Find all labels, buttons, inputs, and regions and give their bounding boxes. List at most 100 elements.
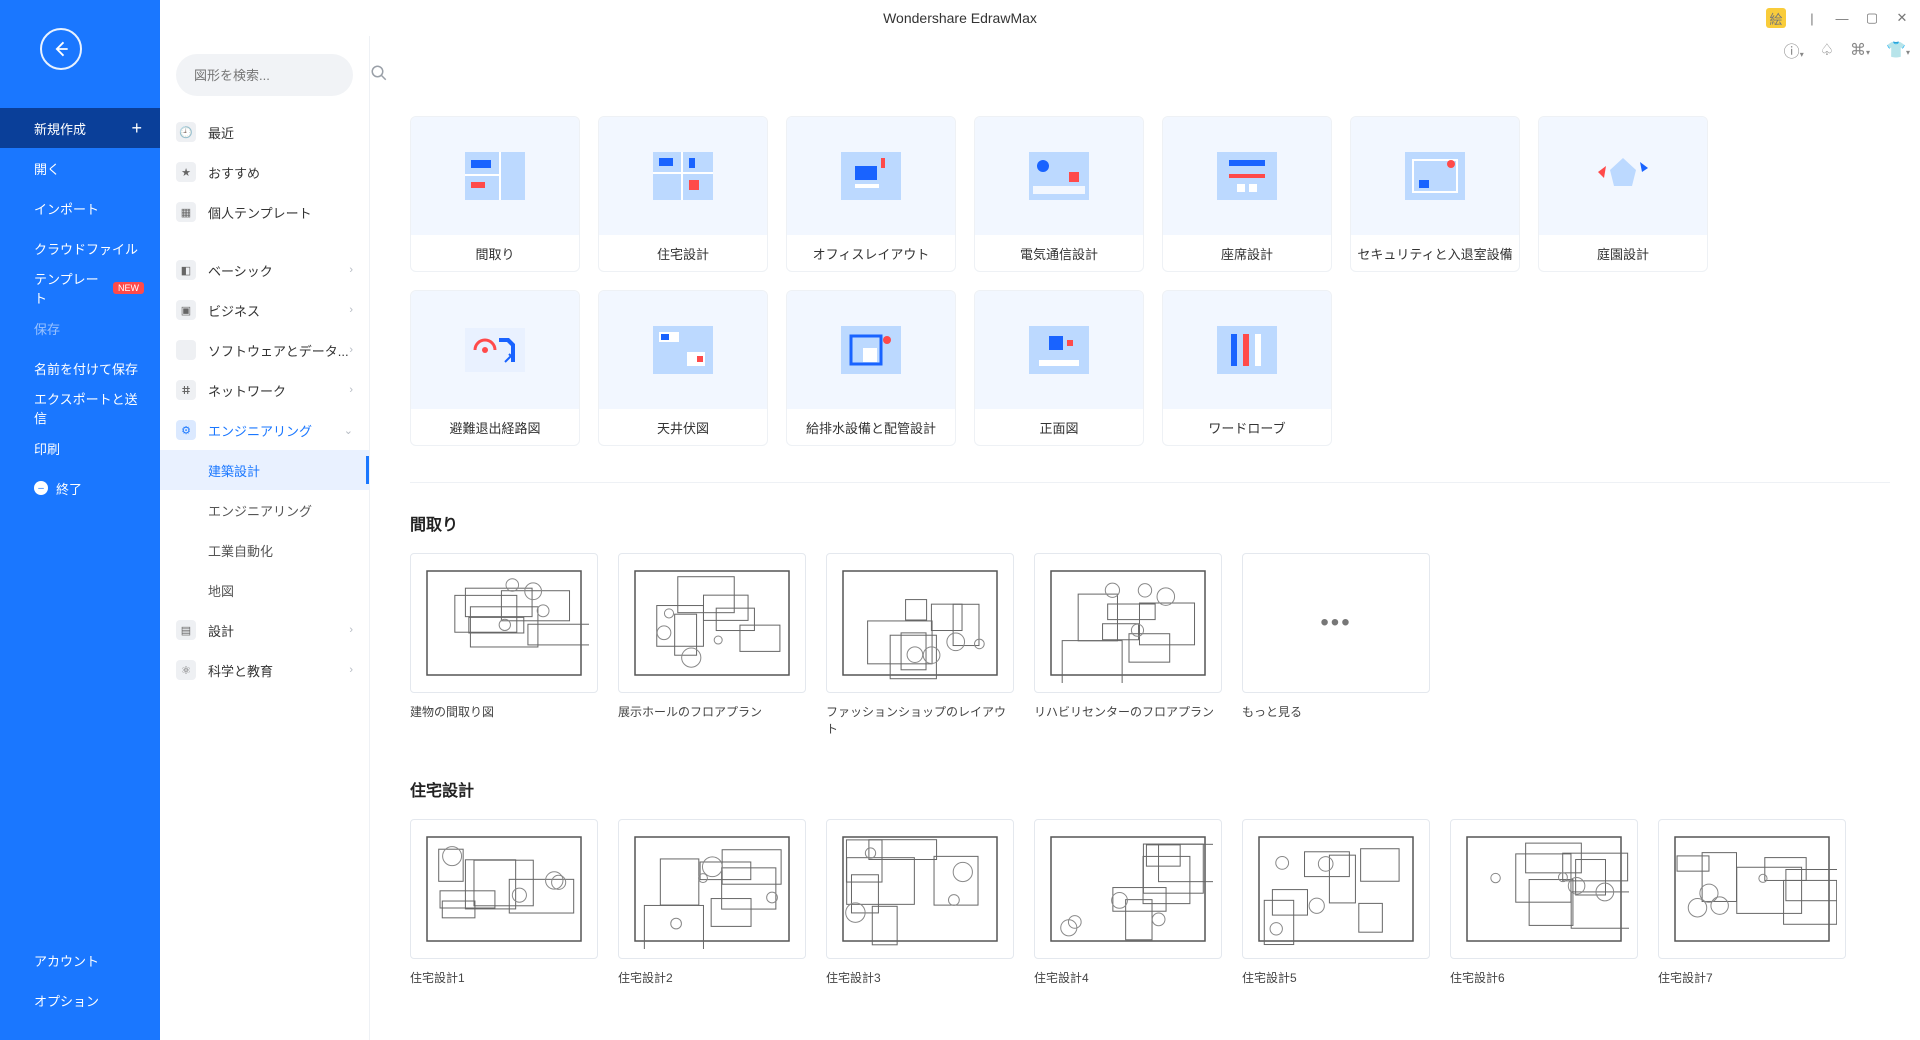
category-tile-3[interactable]: 電気通信設計	[974, 116, 1144, 272]
template-card-1-5[interactable]: 住宅設計6	[1450, 819, 1638, 986]
category-tile-6[interactable]: 庭園設計	[1538, 116, 1708, 272]
cube-icon: ◧	[176, 260, 196, 280]
maximize-button[interactable]: ▢	[1862, 8, 1882, 28]
rail-item-8[interactable]: 印刷	[0, 428, 160, 468]
rail-bottom-1[interactable]: オプション	[0, 980, 160, 1020]
template-card-0-0[interactable]: 建物の間取り図	[410, 553, 598, 737]
app-title: Wondershare EdrawMax	[883, 10, 1037, 26]
chevron-icon: ⌄	[344, 424, 353, 437]
tile-label: オフィスレイアウト	[787, 235, 955, 271]
template-label: 住宅設計5	[1242, 969, 1430, 986]
close-button[interactable]: ✕	[1892, 8, 1912, 28]
title-bar: Wondershare EdrawMax 絵 | — ▢ ✕	[0, 0, 1920, 36]
search-input[interactable]	[194, 68, 370, 83]
cat-top-2[interactable]: ▦個人テンプレート	[160, 192, 369, 232]
apps-icon[interactable]: ⌘▾	[1850, 40, 1870, 60]
category-tile-1[interactable]: 住宅設計	[598, 116, 768, 272]
cat-label: ビジネス	[208, 301, 260, 320]
cat-group-5[interactable]: ▤設計›	[160, 610, 369, 650]
badge-new: NEW	[113, 282, 144, 294]
rail-item-5[interactable]: 保存	[0, 308, 160, 348]
back-button[interactable]	[40, 28, 82, 70]
tile-label: 座席設計	[1163, 235, 1331, 271]
category-tile-9[interactable]: 給排水設備と配管設計	[786, 290, 956, 446]
code-icon	[176, 340, 196, 360]
tile-label: 正面図	[975, 409, 1143, 445]
cat-top-1[interactable]: ★おすすめ	[160, 152, 369, 192]
category-tile-2[interactable]: オフィスレイアウト	[786, 116, 956, 272]
tshirt-icon[interactable]: 👕▾	[1886, 40, 1910, 60]
rail-bottom-0[interactable]: アカウント	[0, 940, 160, 980]
tile-thumb	[787, 117, 955, 235]
rail-item-4[interactable]: テンプレートNEW	[0, 268, 160, 308]
template-label: 住宅設計1	[410, 969, 598, 986]
chevron-icon: ›	[349, 664, 353, 676]
tile-label: ワードローブ	[1163, 409, 1331, 445]
cat-group-3[interactable]: ⵌネットワーク›	[160, 370, 369, 410]
template-card-0-3[interactable]: リハビリセンターのフロアプラン	[1034, 553, 1222, 737]
minimize-button[interactable]: —	[1832, 8, 1852, 28]
cat-label: エンジニアリング	[208, 421, 312, 440]
category-tile-10[interactable]: 正面図	[974, 290, 1144, 446]
category-tile-8[interactable]: 天井伏図	[598, 290, 768, 446]
category-tile-0[interactable]: 間取り	[410, 116, 580, 272]
tile-label: 避難退出経路図	[411, 409, 579, 445]
cat-label: ソフトウェアとデータ...	[208, 341, 349, 360]
tile-thumb	[411, 291, 579, 409]
category-sidebar: 🕘最近★おすすめ▦個人テンプレート ◧ベーシック› ▣ ビジネス › ソフトウェアとデータ…	[160, 36, 370, 1040]
rail-item-3[interactable]: クラウドファイル	[0, 228, 160, 268]
cat-top-0[interactable]: 🕘最近	[160, 112, 369, 152]
help-icon[interactable]: ⓘ▾	[1784, 38, 1804, 62]
chevron-icon: ›	[349, 624, 353, 636]
rail-item-6[interactable]: 名前を付けて保存	[0, 348, 160, 388]
des-icon: ▤	[176, 620, 196, 640]
template-card-1-3[interactable]: 住宅設計4	[1034, 819, 1222, 986]
template-thumb	[826, 553, 1014, 693]
biz-icon: ▣	[176, 300, 196, 320]
plus-icon: +	[131, 118, 142, 139]
cat-group-0[interactable]: ◧ベーシック›	[160, 250, 369, 290]
left-rail: 新規作成+開くインポートクラウドファイルテンプレートNEW保存名前を付けて保存エ…	[0, 0, 160, 1040]
rail-item-0[interactable]: 新規作成+	[0, 108, 160, 148]
template-card-1-6[interactable]: 住宅設計7	[1658, 819, 1846, 986]
rail-item-9[interactable]: –終了	[0, 468, 160, 508]
cat-group-1[interactable]: ▣ビジネス›	[160, 290, 369, 330]
cat-sub-4-1[interactable]: エンジニアリング	[160, 490, 369, 530]
template-card-0-4[interactable]: •••もっと見る	[1242, 553, 1430, 737]
cat-sub-4-0[interactable]: 建築設計	[160, 450, 369, 490]
template-card-1-0[interactable]: 住宅設計1	[410, 819, 598, 986]
divider	[410, 482, 1890, 483]
tile-thumb	[411, 117, 579, 235]
bell-icon[interactable]: ♤	[1820, 40, 1834, 60]
rail-item-2[interactable]: インポート	[0, 188, 160, 228]
star-icon: ★	[176, 162, 196, 182]
search-box[interactable]	[176, 54, 353, 96]
net-icon: ⵌ	[176, 380, 196, 400]
category-tile-5[interactable]: セキュリティと入退室設備	[1350, 116, 1520, 272]
category-tile-4[interactable]: 座席設計	[1162, 116, 1332, 272]
section-title-1: 住宅設計	[410, 777, 1890, 801]
template-thumb	[826, 819, 1014, 959]
template-card-0-1[interactable]: 展示ホールのフロアプラン	[618, 553, 806, 737]
cat-group-2[interactable]: ソフトウェアとデータ...›	[160, 330, 369, 370]
template-thumb	[1034, 819, 1222, 959]
tile-thumb	[975, 117, 1143, 235]
cat-group-4[interactable]: ⚙エンジニアリング⌄	[160, 410, 369, 450]
cat-group-6[interactable]: ⚛科学と教育›	[160, 650, 369, 690]
template-card-0-2[interactable]: ファッションショップのレイアウト	[826, 553, 1014, 737]
cat-sub-4-3[interactable]: 地図	[160, 570, 369, 610]
template-thumb: •••	[1242, 553, 1430, 693]
sci-icon: ⚛	[176, 660, 196, 680]
user-avatar[interactable]: 絵	[1766, 8, 1786, 28]
category-tile-11[interactable]: ワードローブ	[1162, 290, 1332, 446]
category-tile-7[interactable]: 避難退出経路図	[410, 290, 580, 446]
rail-item-1[interactable]: 開く	[0, 148, 160, 188]
tile-label: セキュリティと入退室設備	[1351, 235, 1519, 271]
template-card-1-4[interactable]: 住宅設計5	[1242, 819, 1430, 986]
template-card-1-2[interactable]: 住宅設計3	[826, 819, 1014, 986]
cat-sub-4-2[interactable]: 工業自動化	[160, 530, 369, 570]
tile-label: 庭園設計	[1539, 235, 1707, 271]
tile-label: 天井伏図	[599, 409, 767, 445]
template-card-1-1[interactable]: 住宅設計2	[618, 819, 806, 986]
rail-item-7[interactable]: エクスポートと送信	[0, 388, 160, 428]
